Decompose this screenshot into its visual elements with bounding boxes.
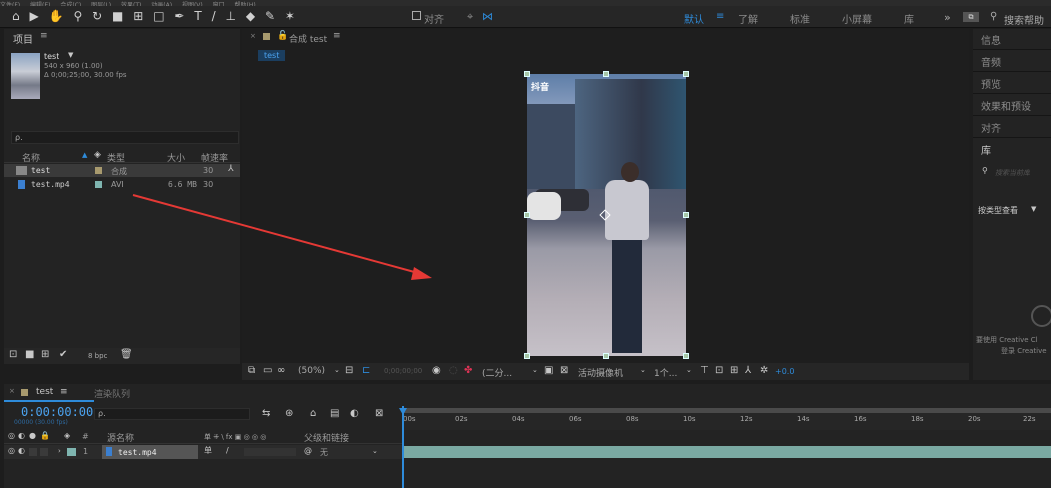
preview-panel[interactable]: 预览 bbox=[981, 76, 1001, 91]
tick-label: 02s bbox=[455, 415, 468, 423]
library-search-input[interactable]: 搜索当前库 bbox=[995, 168, 1030, 178]
align-panel[interactable]: 对齐 bbox=[981, 120, 1001, 135]
speaker-icon[interactable]: ◐ bbox=[18, 447, 25, 455]
expand-chevron-icon[interactable]: › bbox=[58, 448, 61, 455]
playhead[interactable] bbox=[402, 406, 404, 488]
video-file-icon bbox=[106, 447, 112, 456]
graph-editor-icon[interactable]: ⊠ bbox=[375, 409, 383, 419]
solo-switch-icon[interactable]: ● bbox=[29, 432, 36, 440]
frame-blending-icon[interactable]: ▤ bbox=[330, 409, 339, 419]
solo-toggle[interactable] bbox=[29, 448, 37, 456]
layer-switches[interactable] bbox=[244, 448, 296, 456]
active-tab-indicator bbox=[4, 400, 94, 402]
layer-column-header: ◎ ◐ ● 🔒 ◈ # 源名称 单 ⁜ \ fx ▣ ◎ ◎ ◎ 父级和链接 bbox=[4, 430, 404, 444]
pick-whip-icon[interactable]: @ bbox=[304, 447, 312, 455]
audio-panel[interactable]: 音频 bbox=[981, 54, 1001, 69]
frame-number: 00000 (30.00 fps) bbox=[14, 419, 68, 426]
col-parent-link[interactable]: 父级和链接 bbox=[304, 431, 349, 444]
effects-presets-panel[interactable]: 效果和预设 bbox=[981, 98, 1031, 113]
tick-label: 12s bbox=[740, 415, 753, 423]
timeline-tab[interactable]: test bbox=[36, 387, 53, 397]
timeline-menu-icon[interactable]: ≡ bbox=[60, 388, 68, 397]
tick-label: 06s bbox=[569, 415, 582, 423]
layer-switches-header: 单 ⁜ \ fx ▣ ◎ ◎ ◎ bbox=[204, 433, 267, 441]
parent-dropdown[interactable]: 无 bbox=[320, 447, 328, 458]
layer-duration-bar[interactable] bbox=[404, 446, 1051, 458]
comp-mini-flowchart-icon[interactable]: ⇆ bbox=[262, 409, 270, 419]
quality-switch-icon[interactable]: / bbox=[226, 447, 229, 455]
info-panel[interactable]: 信息 bbox=[981, 32, 1001, 47]
creative-cloud-icon bbox=[1031, 305, 1051, 327]
chevron-down-icon[interactable]: ▼ bbox=[1031, 206, 1036, 213]
current-time-display[interactable]: 0:00:00:00 bbox=[21, 405, 93, 419]
tick-label: 18s bbox=[911, 415, 924, 423]
table-row[interactable]: ◎ ◐ › 1 test.mp4 单 / @ 无 ⌄ bbox=[4, 445, 404, 459]
audio-switch-icon[interactable]: ◐ bbox=[18, 432, 25, 440]
tick-label: 08s bbox=[626, 415, 639, 423]
motion-blur-icon[interactable]: ◐ bbox=[350, 409, 359, 419]
work-area-bar[interactable] bbox=[404, 408, 1051, 413]
timeline-search-input[interactable]: ρ. bbox=[94, 408, 250, 420]
tick-label: 14s bbox=[797, 415, 810, 423]
eye-icon[interactable]: ◎ bbox=[8, 447, 15, 455]
lock-icon[interactable]: 🔒 bbox=[40, 432, 50, 440]
label-tag-icon[interactable]: ◈ bbox=[64, 432, 70, 440]
layer-name-cell[interactable]: test.mp4 bbox=[102, 445, 198, 459]
close-tab-icon[interactable]: × bbox=[9, 388, 15, 395]
shy-layers-icon[interactable]: ⌂ bbox=[310, 409, 316, 419]
layer-index: 1 bbox=[83, 447, 89, 456]
tick-label: 20s bbox=[968, 415, 981, 423]
tick-label: 10s bbox=[683, 415, 696, 423]
timeline-panel: × test ≡ 渲染队列 0:00:00:00 00000 (30.00 fp… bbox=[4, 384, 1051, 488]
render-queue-tab[interactable]: 渲染队列 bbox=[94, 387, 130, 400]
layer-name: test.mp4 bbox=[118, 448, 157, 457]
lock-toggle[interactable] bbox=[40, 448, 48, 456]
right-panel: 信息 音频 预览 效果和预设 对齐 库 ⚲ 搜索当前库 按类型查看 ▼ 要使用 … bbox=[973, 29, 1051, 380]
library-panel[interactable]: 库 bbox=[981, 142, 991, 157]
cc-signin-link[interactable]: 登录 Creative bbox=[1001, 346, 1051, 356]
tick-label: 00s bbox=[403, 415, 416, 423]
col-source-name[interactable]: 源名称 bbox=[107, 431, 134, 444]
tick-label: 22s bbox=[1023, 415, 1036, 423]
comp-label-swatch bbox=[21, 389, 28, 396]
draft-3d-icon[interactable]: ⊛ bbox=[285, 409, 293, 419]
tick-label: 16s bbox=[854, 415, 867, 423]
shy-switch-icon[interactable]: 单 bbox=[204, 447, 212, 455]
search-icon: ⚲ bbox=[982, 166, 988, 175]
playhead-handle[interactable] bbox=[399, 408, 407, 415]
video-switch-icon[interactable]: ◎ bbox=[8, 432, 15, 440]
view-by-type-dropdown[interactable]: 按类型查看 bbox=[978, 205, 1018, 216]
cc-signin-text: 要使用 Creative Cl bbox=[976, 336, 1038, 344]
search-icon: ρ. bbox=[98, 409, 106, 418]
tick-label: 04s bbox=[512, 415, 525, 423]
label-color-swatch[interactable] bbox=[67, 448, 76, 456]
col-index: # bbox=[82, 432, 89, 441]
chevron-down-icon[interactable]: ⌄ bbox=[372, 448, 378, 455]
